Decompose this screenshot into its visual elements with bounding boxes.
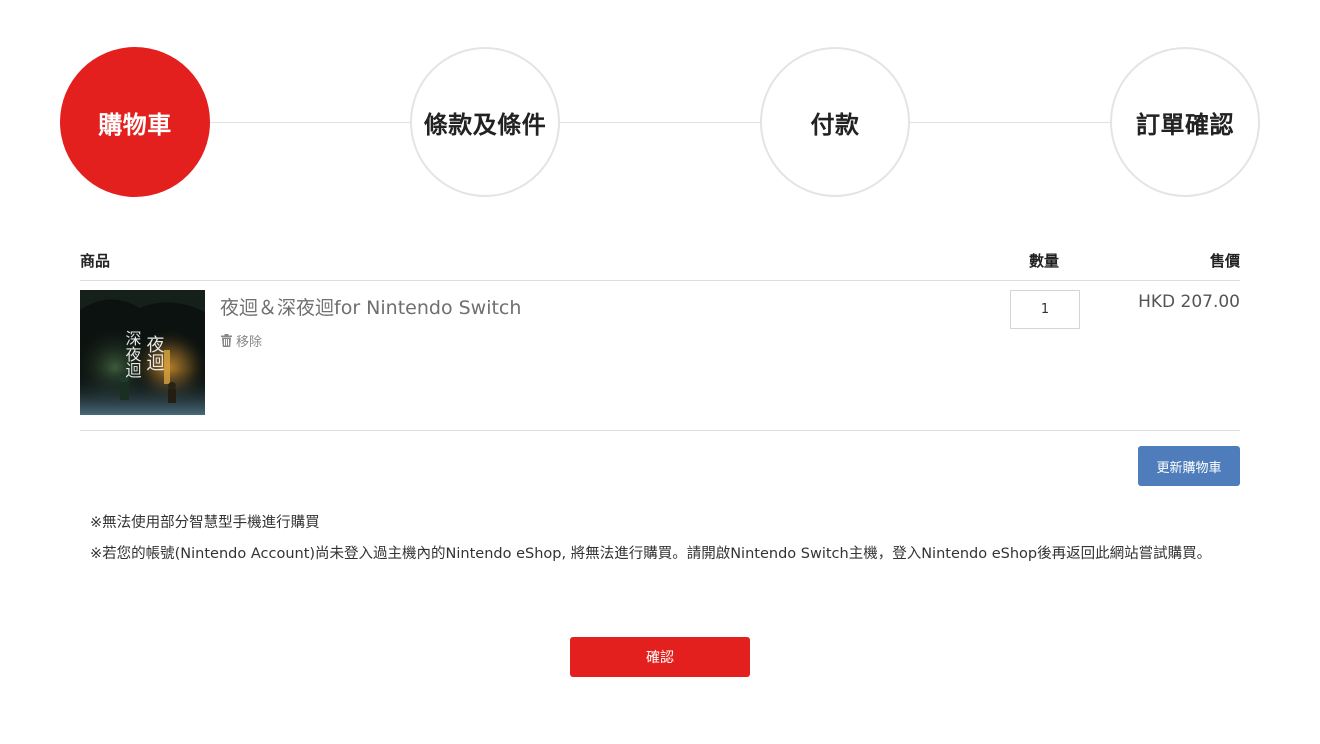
step-order-confirmation: 訂單確認 xyxy=(1110,47,1260,197)
product-thumbnail[interactable]: 夜迴 深夜迴 xyxy=(80,290,205,415)
svg-text:深夜迴: 深夜迴 xyxy=(123,330,142,379)
step-label: 購物車 xyxy=(98,110,172,139)
product-title[interactable]: 夜迴＆深夜迴for Nintendo Switch xyxy=(220,293,521,320)
product-artwork: 夜迴 深夜迴 xyxy=(80,290,205,415)
update-cart-button[interactable]: 更新購物車 xyxy=(1138,446,1240,486)
step-cart: 購物車 xyxy=(60,47,210,197)
note-smartphone: ※無法使用部分智慧型手機進行購買 xyxy=(90,515,320,531)
step-connector xyxy=(210,122,412,123)
step-label: 付款 xyxy=(810,110,860,139)
cart-page: 購物車 條款及條件 付款 訂單確認 商品 數量 售價 夜迴 深夜迴 夜迴＆深夜迴… xyxy=(0,0,1320,744)
header-product: 商品 xyxy=(80,252,111,270)
checkout-steps: 購物車 條款及條件 付款 訂單確認 xyxy=(0,0,1320,220)
step-connector xyxy=(908,122,1111,123)
step-terms: 條款及條件 xyxy=(410,47,560,197)
cart-item-row: 夜迴 深夜迴 夜迴＆深夜迴for Nintendo Switch 移除 HKD … xyxy=(80,281,1240,431)
step-label: 訂單確認 xyxy=(1136,110,1234,139)
purchase-notes: ※無法使用部分智慧型手機進行購買 ※若您的帳號(Nintendo Account… xyxy=(90,512,1240,574)
header-quantity: 數量 xyxy=(1029,252,1060,270)
step-connector xyxy=(559,122,761,123)
cart-table-header: 商品 數量 售價 xyxy=(80,240,1240,281)
quantity-input[interactable] xyxy=(1010,290,1080,329)
note-account: ※若您的帳號(Nintendo Account)尚未登入過主機內的Nintend… xyxy=(90,546,1212,562)
item-price: HKD 207.00 xyxy=(1138,292,1240,312)
step-label: 條款及條件 xyxy=(423,110,547,139)
step-payment: 付款 xyxy=(760,47,910,197)
confirm-button[interactable]: 確認 xyxy=(570,637,750,677)
header-price: 售價 xyxy=(1209,252,1240,270)
remove-item-link[interactable]: 移除 xyxy=(221,331,262,350)
remove-label: 移除 xyxy=(236,335,263,350)
trash-icon xyxy=(221,334,232,347)
svg-text:夜迴: 夜迴 xyxy=(144,335,165,371)
